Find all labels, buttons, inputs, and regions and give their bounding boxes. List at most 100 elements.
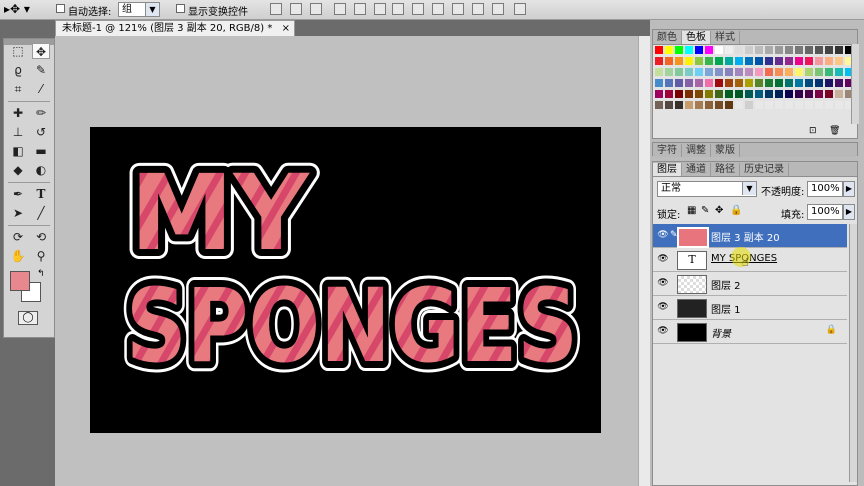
- color-swatch[interactable]: [685, 90, 693, 98]
- canvas[interactable]: MY MY MY SPONGES SPONGES SPONGES: [90, 127, 601, 433]
- color-swatch[interactable]: [705, 57, 713, 65]
- color-swatch[interactable]: [735, 79, 743, 87]
- color-swatch[interactable]: [815, 68, 823, 76]
- color-swatch[interactable]: [805, 79, 813, 87]
- color-swatch[interactable]: [825, 79, 833, 87]
- color-swatch[interactable]: [745, 57, 753, 65]
- color-swatch[interactable]: [655, 79, 663, 87]
- align-hcenter-icon[interactable]: [354, 3, 366, 15]
- visibility-eye-icon[interactable]: 👁: [657, 278, 669, 288]
- color-swatch[interactable]: [775, 57, 783, 65]
- lock-all-icon[interactable]: 🔒: [730, 205, 742, 216]
- color-swatch[interactable]: [755, 46, 763, 54]
- fill-slider-button[interactable]: ▶: [843, 204, 855, 220]
- color-swatch[interactable]: [675, 68, 683, 76]
- fill-input[interactable]: 100%: [807, 204, 843, 220]
- distribute-vcenter-icon[interactable]: [412, 3, 424, 15]
- hand-tool-icon[interactable]: ✋: [9, 248, 27, 264]
- color-swatch[interactable]: [695, 57, 703, 65]
- color-swatch[interactable]: [685, 46, 693, 54]
- color-swatch[interactable]: [745, 79, 753, 87]
- type-tool-icon[interactable]: T: [32, 186, 50, 202]
- color-swatch[interactable]: [665, 79, 673, 87]
- color-swatch[interactable]: [825, 57, 833, 65]
- color-swatch[interactable]: [765, 68, 773, 76]
- color-swatch[interactable]: [675, 101, 683, 109]
- move-tool-icon[interactable]: ✥: [32, 43, 50, 59]
- visibility-eye-icon[interactable]: 👁: [657, 326, 669, 336]
- swap-colors-icon[interactable]: ↰: [37, 269, 45, 279]
- color-swatch[interactable]: [715, 90, 723, 98]
- blend-mode-dropdown[interactable]: 正常 ▼: [657, 181, 757, 197]
- quick-select-tool-icon[interactable]: ✎: [32, 62, 50, 78]
- color-swatch[interactable]: [675, 57, 683, 65]
- foreground-color-swatch[interactable]: [10, 271, 30, 291]
- color-swatch[interactable]: [775, 46, 783, 54]
- color-swatch[interactable]: [715, 101, 723, 109]
- opacity-slider-button[interactable]: ▶: [843, 181, 855, 197]
- line-tool-icon[interactable]: ╱: [32, 205, 50, 221]
- color-swatch[interactable]: [825, 68, 833, 76]
- lock-transparent-icon[interactable]: ▦: [687, 205, 696, 216]
- color-swatch[interactable]: [735, 57, 743, 65]
- show-transform-checkbox[interactable]: [176, 4, 185, 13]
- color-swatch[interactable]: [755, 57, 763, 65]
- color-swatch[interactable]: [675, 90, 683, 98]
- color-swatch[interactable]: [675, 46, 683, 54]
- visibility-eye-icon[interactable]: 👁: [657, 302, 669, 312]
- path-select-tool-icon[interactable]: ➤: [9, 205, 27, 221]
- visibility-eye-icon[interactable]: 👁: [657, 230, 669, 240]
- color-swatch[interactable]: [835, 90, 843, 98]
- align-top-icon[interactable]: [270, 3, 282, 15]
- distribute-bottom-icon[interactable]: [432, 3, 444, 15]
- color-swatch[interactable]: [795, 46, 803, 54]
- healing-brush-tool-icon[interactable]: ✚: [9, 105, 27, 121]
- swatch-grid[interactable]: [655, 46, 855, 118]
- color-swatch[interactable]: [695, 46, 703, 54]
- color-swatch[interactable]: [655, 101, 663, 109]
- color-swatch[interactable]: [735, 46, 743, 54]
- color-swatch[interactable]: [735, 68, 743, 76]
- color-swatch[interactable]: [715, 46, 723, 54]
- color-swatch[interactable]: [735, 101, 743, 109]
- zoom-tool-icon[interactable]: ⚲: [32, 248, 50, 264]
- color-swatch[interactable]: [705, 79, 713, 87]
- tab-channels[interactable]: 通道: [682, 163, 711, 176]
- vertical-scrollbar[interactable]: [638, 36, 650, 486]
- color-swatch[interactable]: [755, 90, 763, 98]
- distribute-hcenter-icon[interactable]: [472, 3, 484, 15]
- color-swatch[interactable]: [825, 90, 833, 98]
- tab-color[interactable]: 颜色: [653, 31, 682, 44]
- tab-layers[interactable]: 图层: [653, 163, 682, 176]
- layers-scrollbar[interactable]: [849, 224, 857, 482]
- color-swatch[interactable]: [835, 57, 843, 65]
- color-swatch[interactable]: [815, 46, 823, 54]
- tab-swatches[interactable]: 色板: [682, 31, 711, 44]
- color-swatch[interactable]: [725, 90, 733, 98]
- color-swatch[interactable]: [715, 79, 723, 87]
- brush-tool-icon[interactable]: ✏: [32, 105, 50, 121]
- color-swatch[interactable]: [685, 79, 693, 87]
- color-swatch[interactable]: [725, 101, 733, 109]
- color-swatch[interactable]: [655, 46, 663, 54]
- visibility-eye-icon[interactable]: 👁: [657, 254, 669, 264]
- color-swatch[interactable]: [825, 101, 833, 109]
- color-swatch[interactable]: [835, 46, 843, 54]
- auto-align-icon[interactable]: [514, 3, 526, 15]
- align-bottom-icon[interactable]: [310, 3, 322, 15]
- color-swatch[interactable]: [725, 57, 733, 65]
- color-swatch[interactable]: [755, 79, 763, 87]
- color-swatch[interactable]: [795, 90, 803, 98]
- color-swatch[interactable]: [765, 101, 773, 109]
- color-swatch[interactable]: [815, 90, 823, 98]
- color-swatch[interactable]: [765, 57, 773, 65]
- blur-tool-icon[interactable]: ◆: [9, 162, 27, 178]
- dodge-tool-icon[interactable]: ◐: [32, 162, 50, 178]
- color-swatch[interactable]: [785, 79, 793, 87]
- color-swatch[interactable]: [775, 90, 783, 98]
- lock-pixels-icon[interactable]: ✎: [701, 205, 709, 216]
- color-swatch[interactable]: [795, 101, 803, 109]
- color-swatch[interactable]: [695, 90, 703, 98]
- color-swatch[interactable]: [745, 46, 753, 54]
- color-swatch[interactable]: [775, 79, 783, 87]
